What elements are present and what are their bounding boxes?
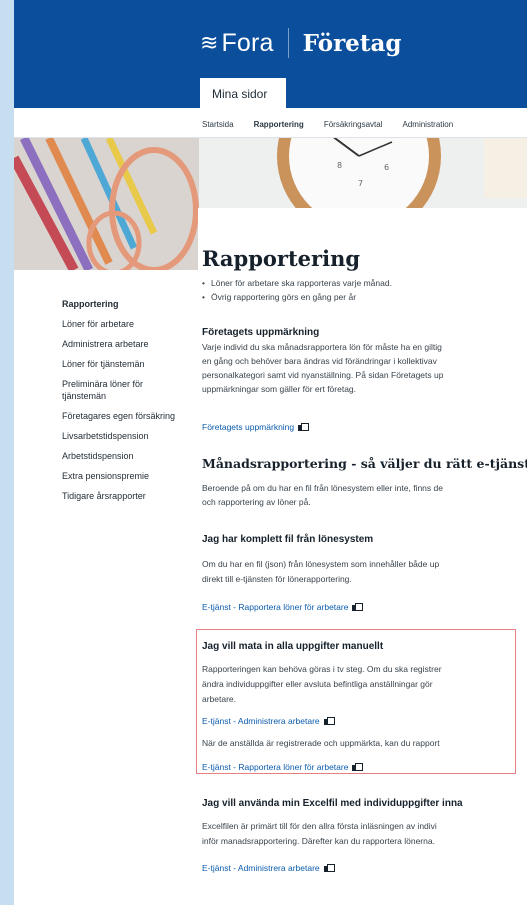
link-label: E-tjänst - Administrera arbetare [202,863,320,873]
body-text: en gång och behöver bara ändras vid förä… [202,356,437,366]
sidebar-item-administrera-arbetare[interactable]: Administrera arbetare [62,338,202,350]
sidebar-nav: Rapportering Löner för arbetare Administ… [62,298,202,510]
body-text: När de anställda är registrerade och upp… [202,738,440,748]
subnav-startsida[interactable]: Startsida [202,120,234,129]
external-link-icon [323,717,335,725]
link-administrera-arbetare[interactable]: E-tjänst - Administrera arbetare [202,714,335,728]
body-text: och rapportering av löner på. [202,497,311,507]
link-rapportera-loner[interactable]: E-tjänst - Rapportera löner för arbetare [202,600,364,614]
brand-name: Fora [221,28,274,57]
section-heading-excel: Jag vill använda min Excelfil med indivi… [202,798,463,809]
body-text: uppmärkningar som gäller för ert företag… [202,384,357,394]
link-label: E-tjänst - Administrera arbetare [202,716,320,726]
link-administrera-arbetare[interactable]: E-tjänst - Administrera arbetare [202,861,335,875]
sidebar-item-extra-pensionspremie[interactable]: Extra pensionspremie [62,470,202,482]
bullet-item: Övrig rapportering görs en gång per år [202,290,356,304]
fora-wave-logo-icon: ≋ [200,30,219,56]
body-text: arbetare. [202,694,237,704]
sidebar-item-preliminara-loner[interactable]: Preliminära löner för [62,378,202,390]
sidebar-item-loner-tjansteman[interactable]: Löner för tjänstemän [62,358,202,370]
external-link-icon [323,864,335,872]
sidebar-item-loner-arbetare[interactable]: Löner för arbetare [62,318,202,330]
body-text: personalkategori samt vid nyanställning.… [202,370,444,380]
body-text: inför manadsrapportering. Därefter kan d… [202,836,435,846]
sidebar-item-foretagares-forsakring[interactable]: Företagares egen försäkring [62,410,202,422]
external-link-icon [352,603,364,611]
link-foretagets-uppmarkning[interactable]: Företagets uppmärkning [202,420,310,434]
body-text: ändra individuppgifter eller avsluta bef… [202,679,433,689]
body-text: Varje individ du ska månadsrapportera lö… [202,342,442,352]
section-heading-manads: Månadsrapportering - så väljer du rätt e… [202,456,527,471]
svg-text:7: 7 [358,179,363,188]
brand-logo[interactable]: ≋ Fora Företag [200,26,401,60]
sidebar-item-rapportering[interactable]: Rapportering [62,298,202,310]
section-heading-komplett: Jag har komplett fil från lönesystem [202,534,374,545]
sidebar-item-arbetstidspension[interactable]: Arbetstidspension [62,450,202,462]
brand-divider [287,28,289,58]
sidebar-item-tidigare-arsrapporter[interactable]: Tidigare årsrapporter [62,490,202,502]
external-link-icon [352,763,364,771]
external-link-icon [298,423,310,431]
brand-section: Företag [302,29,402,57]
section-heading-markning: Företagets uppmärkning [202,327,320,338]
svg-text:6: 6 [384,163,389,172]
header-bar: ≋ Fora Företag Mina sidor [14,0,527,108]
body-text: Excelfilen är primärt till för den allra… [202,821,437,831]
bullet-item: Löner för arbetare ska rapporteras varje… [202,276,392,290]
sidebar-item-livsarbetstidspension[interactable]: Livsarbetstidspension [62,430,202,442]
body-text: Beroende på om du har en fil från lönesy… [202,483,443,493]
link-label: E-tjänst - Rapportera löner för arbetare [202,602,349,612]
subnav-forsakringsavtal[interactable]: Försäkringsavtal [324,120,383,129]
svg-text:8: 8 [337,161,342,170]
link-rapportera-loner[interactable]: E-tjänst - Rapportera löner för arbetare [202,760,364,774]
body-text: direkt till e-tjänsten för lönerapporter… [202,574,352,584]
tab-mina-sidor[interactable]: Mina sidor [200,78,286,108]
sub-navigation: Startsida Rapportering Försäkringsavtal … [202,120,473,129]
subnav-rapportering[interactable]: Rapportering [254,120,304,129]
link-label: E-tjänst - Rapportera löner för arbetare [202,762,349,772]
sidebar-item-preliminara-loner-cont[interactable]: tjänstemän [62,390,202,402]
body-text: Om du har en fil (json) från lönesystem … [202,559,440,569]
link-label: Företagets uppmärkning [202,422,295,432]
subnav-administration[interactable]: Administration [403,120,454,129]
section-heading-manuellt: Jag vill mata in alla uppgifter manuellt [202,641,384,652]
body-text: Rapporteringen kan behöva göras i tv ste… [202,664,442,674]
page-title: Rapportering [202,246,361,271]
